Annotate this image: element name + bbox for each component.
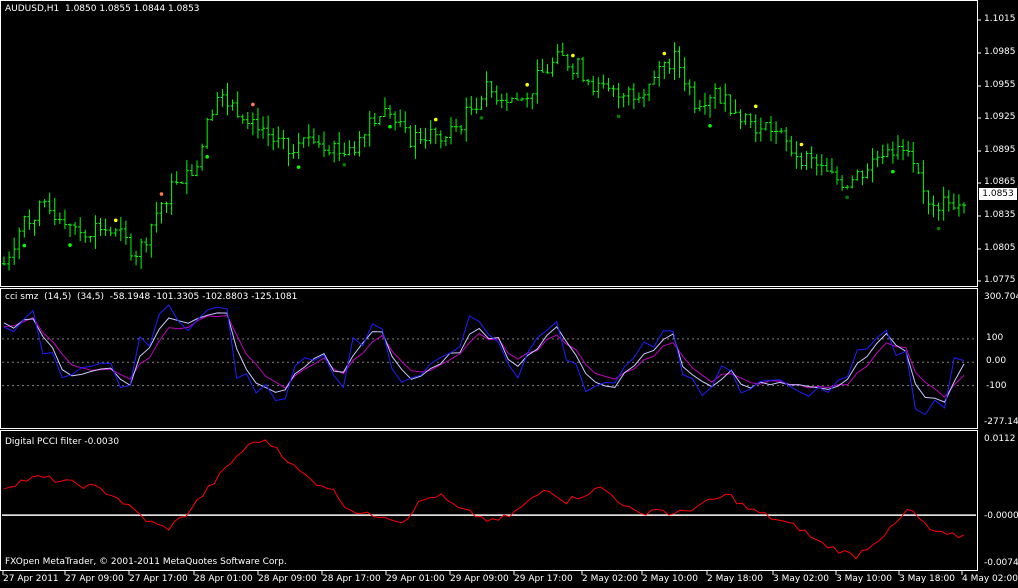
signal-dot <box>22 243 27 248</box>
cci-level-label: -100 <box>986 381 1007 391</box>
signal-dot <box>799 142 804 147</box>
signal-dot <box>342 162 347 167</box>
main-pane-title: AUDUSD,H1 1.0850 1.0855 1.0844 1.0853 <box>5 4 200 14</box>
time-label: 29 Apr 01:00 <box>386 574 445 584</box>
signal-dot <box>753 104 758 109</box>
signal-dot <box>479 116 484 120</box>
cci-level-label: 0.00 <box>986 356 1007 366</box>
cci-signal-line <box>3 312 965 403</box>
time-label: 28 Apr 17:00 <box>322 574 381 584</box>
pcci-line <box>2 439 976 560</box>
time-label: 29 Apr 09:00 <box>450 574 509 584</box>
pcci-level-label: -0.0000 <box>984 511 1018 521</box>
price-bars <box>2 42 966 271</box>
signal-dot <box>845 195 849 200</box>
signal-dot <box>159 192 164 196</box>
time-label: 3 May 02:00 <box>773 574 829 584</box>
signal-dot <box>525 82 529 87</box>
price-label: 1.0925 <box>984 112 1016 122</box>
signal-dot <box>936 226 941 231</box>
signal-dot <box>662 51 667 56</box>
price-label: 1.0955 <box>984 80 1016 90</box>
main-pane-frame[interactable] <box>0 0 978 287</box>
cci-pane-title: cci smz (14,5) (34,5) -58.1948 -101.3305… <box>5 292 298 302</box>
price-label: 1.0985 <box>984 47 1016 57</box>
signal-dot <box>68 243 72 247</box>
time-label: 2 May 02:00 <box>582 574 638 584</box>
signal-dot <box>433 117 438 122</box>
pcci-line <box>3 439 965 560</box>
price-label: 1.0895 <box>984 145 1016 155</box>
pcci-pane-title: Digital PCCI filter -0.0030 <box>5 437 120 447</box>
time-label: 3 May 18:00 <box>899 574 955 584</box>
time-label: 4 May 02:00 <box>962 574 1018 584</box>
signal-dot <box>251 102 255 107</box>
time-label: 27 Apr 2011 <box>3 574 59 584</box>
signal-dot <box>205 155 209 159</box>
pcci-pane-frame[interactable] <box>0 430 978 571</box>
signal-dot <box>891 169 895 174</box>
signal-dot <box>113 218 118 223</box>
cci-level-label: 300.704 <box>984 292 1018 302</box>
current-price-tag: 1.0853 <box>979 188 1017 200</box>
time-label: 2 May 10:00 <box>642 574 698 584</box>
cci-pane-frame[interactable] <box>0 288 978 429</box>
cci-lines <box>2 304 976 416</box>
time-label: 27 Apr 17:00 <box>129 574 188 584</box>
price-label: 1.0865 <box>984 177 1016 187</box>
pcci-level-label: -0.0074 <box>984 558 1018 568</box>
cci-level-label: -277.141 <box>984 417 1018 427</box>
price-label: 1.0775 <box>984 275 1016 285</box>
signal-dot <box>708 123 712 128</box>
cci-fast-line <box>3 304 965 416</box>
signal-dot <box>616 114 621 119</box>
price-label: 1.0835 <box>984 210 1016 220</box>
price-label: 1.0805 <box>984 243 1016 253</box>
time-label: 2 May 18:00 <box>707 574 763 584</box>
time-label: 3 May 10:00 <box>836 574 892 584</box>
time-label: 28 Apr 01:00 <box>194 574 253 584</box>
time-label: 27 Apr 09:00 <box>65 574 124 584</box>
time-label: 28 Apr 09:00 <box>258 574 317 584</box>
pcci-level-label: 0.0112 <box>984 434 1016 444</box>
signal-dot <box>571 53 575 58</box>
price-label: 1.1015 <box>984 14 1016 24</box>
signal-dot <box>296 165 301 169</box>
terminal-window: AUDUSD,H1 1.0850 1.0855 1.0844 1.0853 cc… <box>0 0 1018 588</box>
copyright-text: FXOpen MetaTrader, © 2001-2011 MetaQuote… <box>5 557 287 567</box>
signal-dot <box>388 124 392 129</box>
time-label: 29 Apr 17:00 <box>514 574 573 584</box>
cci-level-label: 100 <box>986 333 1004 343</box>
